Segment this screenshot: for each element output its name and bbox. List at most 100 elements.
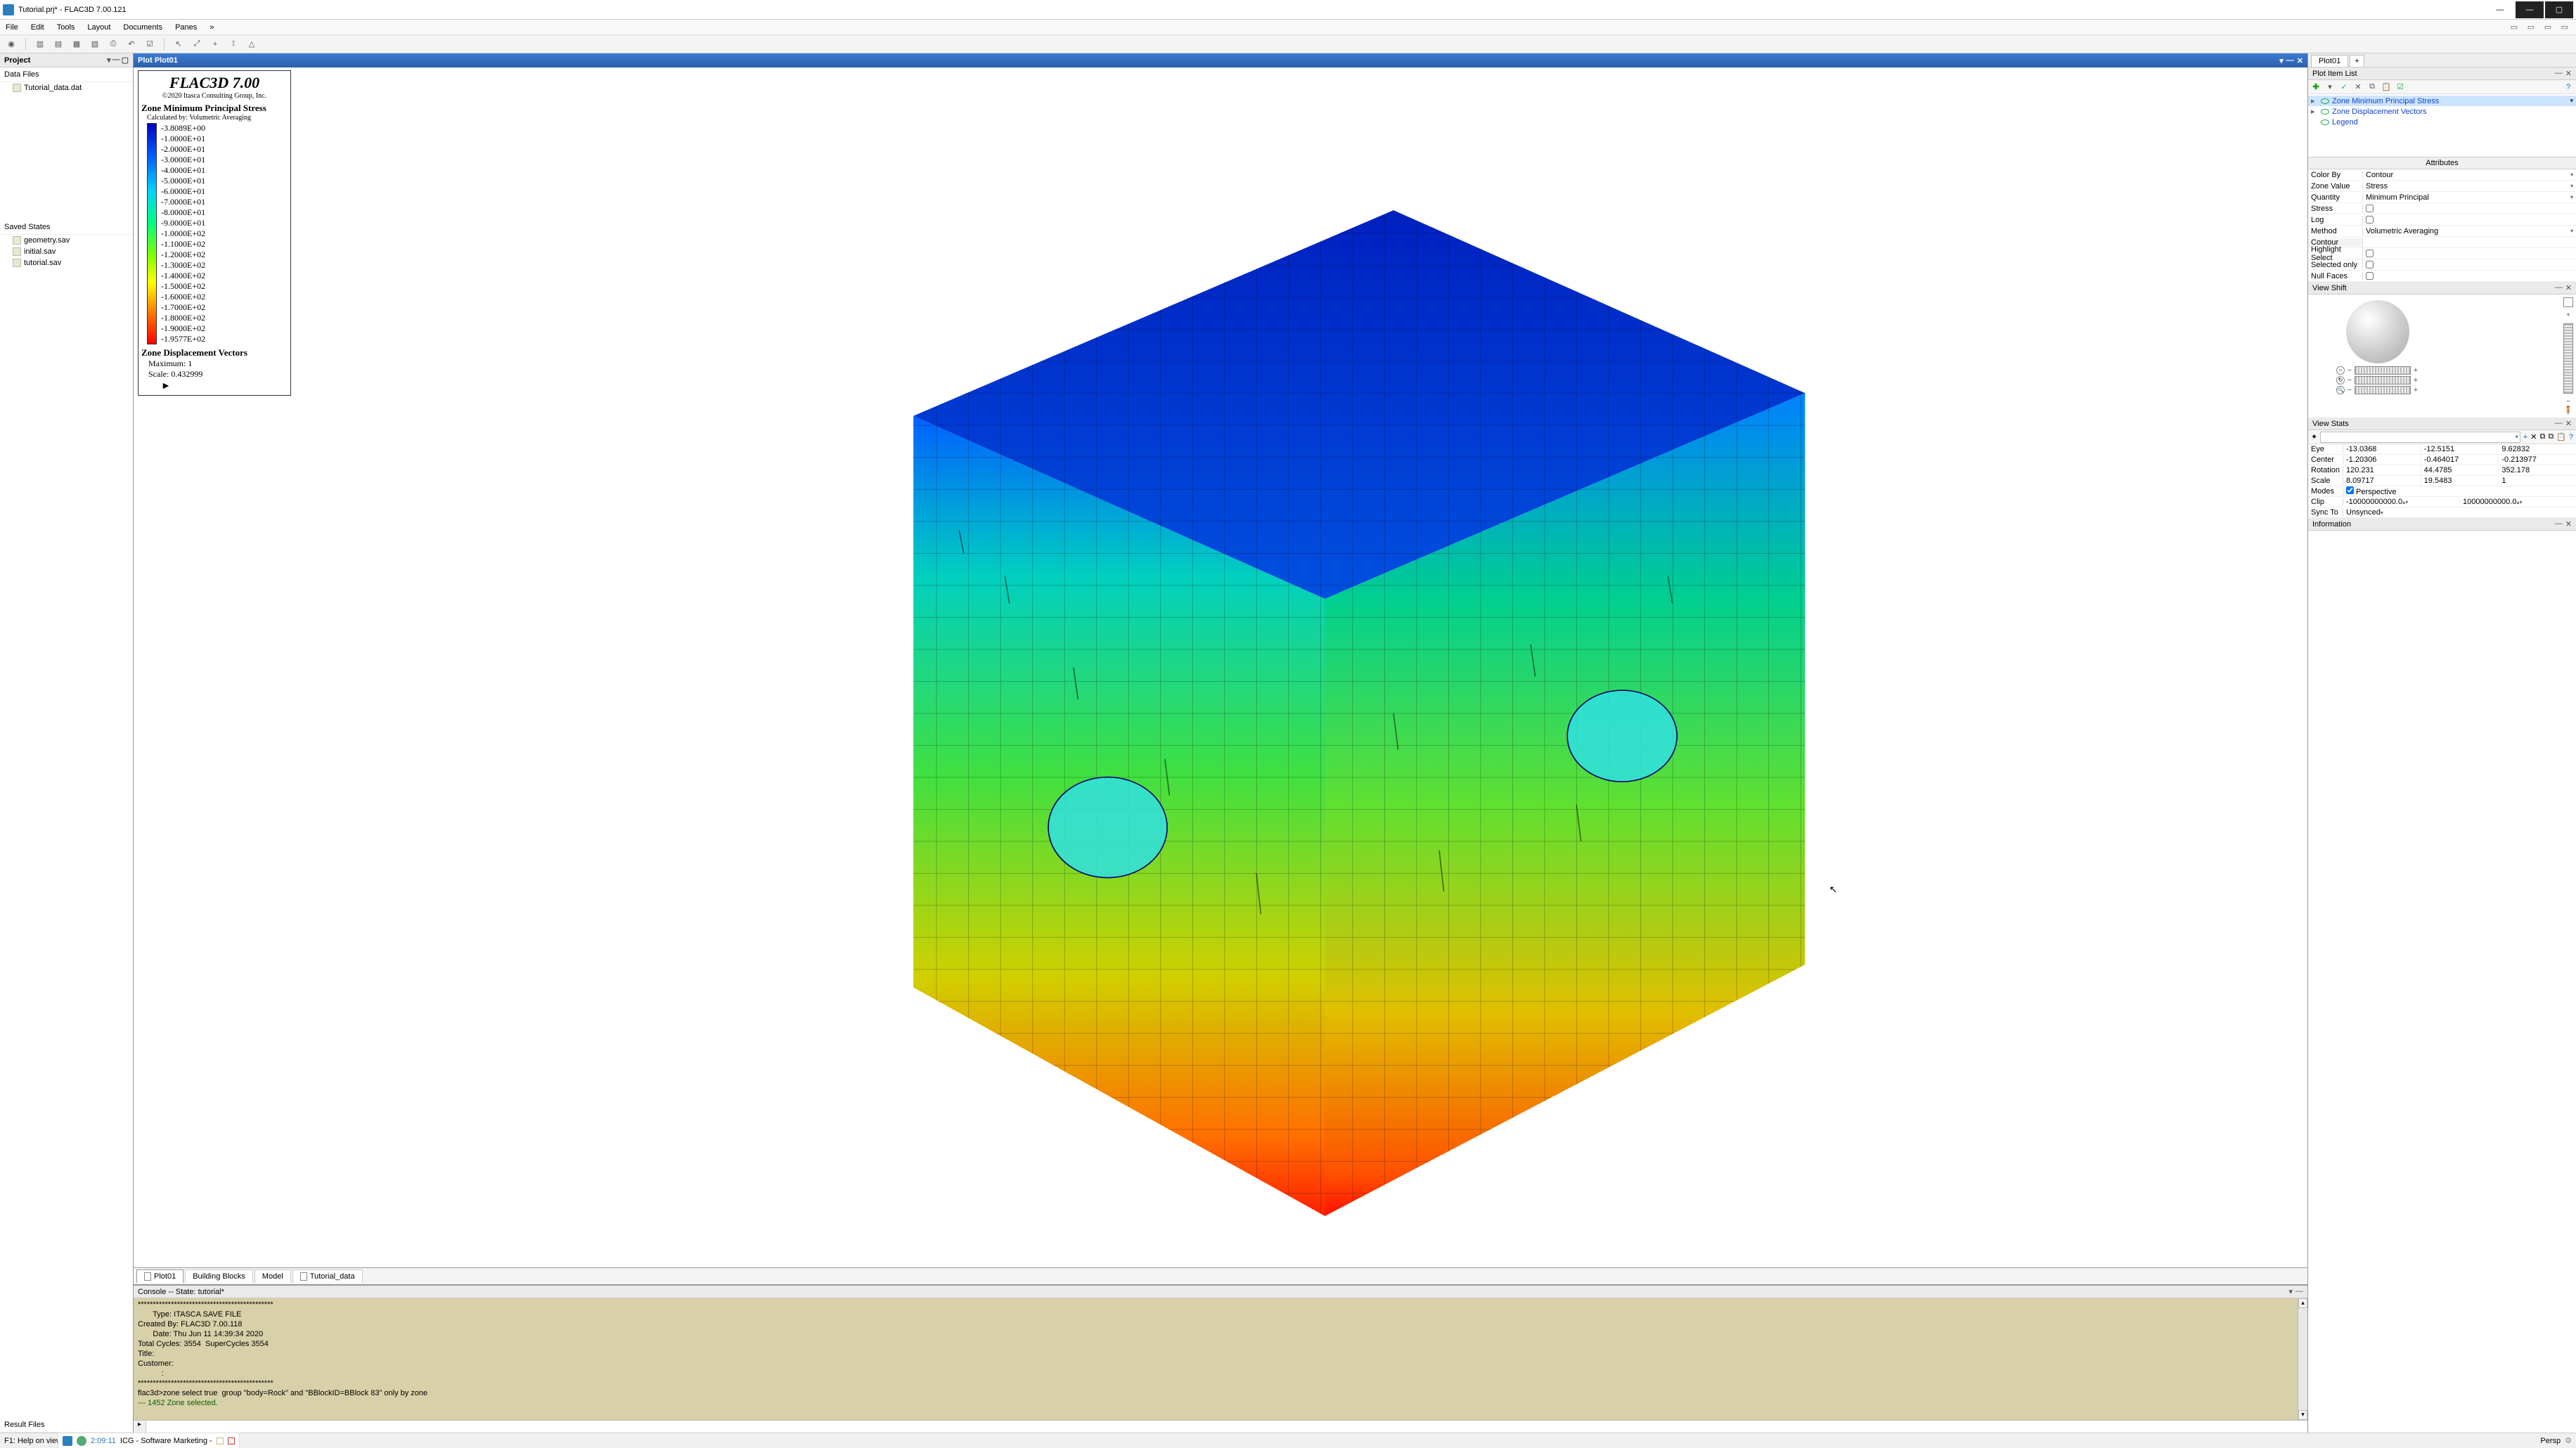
plot-header-min-icon[interactable]: — bbox=[2286, 56, 2294, 65]
section-min-icon[interactable]: — bbox=[2555, 419, 2563, 428]
attribute-row[interactable]: Selected only bbox=[2308, 259, 2576, 271]
console-min-icon[interactable]: — bbox=[2295, 1287, 2303, 1296]
plus-icon[interactable]: + bbox=[2566, 311, 2570, 319]
clipboard-icon[interactable]: 📋 bbox=[2556, 432, 2566, 441]
section-close-icon[interactable]: ✕ bbox=[2565, 519, 2572, 529]
dropdown-icon[interactable]: ▾ bbox=[2381, 510, 2383, 516]
toolbar-icon-c[interactable]: ▭ bbox=[2541, 20, 2555, 34]
plus-icon[interactable]: + bbox=[2412, 376, 2419, 384]
check-icon[interactable]: ☑ bbox=[143, 37, 157, 51]
console-scrollbar[interactable]: ▴ ▾ bbox=[2298, 1298, 2307, 1420]
layout-icon-1[interactable]: ▥ bbox=[33, 37, 47, 51]
viewstats-cell[interactable]: 8.09717 bbox=[2343, 477, 2421, 485]
attribute-row[interactable]: QuantityMinimum Principal▾ bbox=[2308, 192, 2576, 203]
person-icon[interactable]: 🧍 bbox=[2563, 406, 2573, 415]
attribute-value[interactable]: Stress▾ bbox=[2363, 182, 2576, 190]
attribute-checkbox[interactable] bbox=[2366, 205, 2374, 212]
add-point-icon[interactable]: + bbox=[208, 37, 222, 51]
plot-viewport[interactable]: FLAC3D 7.00 ©2020 Itasca Consulting Grou… bbox=[134, 67, 2307, 1268]
console-input[interactable] bbox=[146, 1421, 2307, 1433]
attribute-row[interactable]: Log bbox=[2308, 214, 2576, 226]
status-gear-icon[interactable]: ⚙ bbox=[2565, 1436, 2572, 1445]
attribute-checkbox[interactable] bbox=[2366, 250, 2374, 257]
zoom-slider[interactable] bbox=[2355, 386, 2411, 394]
minus-icon[interactable]: − bbox=[2346, 386, 2353, 394]
plot-header-close-icon[interactable]: ✕ bbox=[2297, 56, 2303, 65]
attribute-checkbox[interactable] bbox=[2366, 216, 2374, 224]
plot-item-row[interactable]: ▸ Legend bbox=[2308, 117, 2576, 127]
viewstats-cell[interactable]: -10000000000.0▴▾ bbox=[2343, 498, 2460, 506]
attribute-value[interactable]: Minimum Principal▾ bbox=[2363, 193, 2576, 202]
section-min-icon[interactable]: — bbox=[2555, 283, 2563, 292]
pointer-icon[interactable]: ↖ bbox=[172, 37, 186, 51]
section-close-icon[interactable]: ✕ bbox=[2565, 419, 2572, 428]
minus-icon[interactable]: − bbox=[2346, 366, 2353, 375]
attribute-row[interactable]: Highlight Select bbox=[2308, 248, 2576, 259]
plot-item-row[interactable]: ▸ Zone Displacement Vectors bbox=[2308, 106, 2576, 117]
menu-tools[interactable]: Tools bbox=[56, 22, 77, 33]
scroll-up-icon[interactable]: ▴ bbox=[2298, 1298, 2307, 1308]
layout-icon-2[interactable]: ▤ bbox=[51, 37, 65, 51]
console-run-icon[interactable]: ▸ bbox=[134, 1421, 146, 1433]
copy-icon[interactable]: ⧉ bbox=[2539, 432, 2545, 441]
attribute-value[interactable] bbox=[2363, 216, 2576, 224]
tree-item[interactable]: initial.sav bbox=[0, 246, 133, 257]
menu-edit[interactable]: Edit bbox=[30, 22, 46, 33]
add-item-icon[interactable]: ✚ bbox=[2311, 82, 2321, 92]
viewstats-cell[interactable]: -1.20306 bbox=[2343, 455, 2421, 464]
attribute-value[interactable]: Volumetric Averaging▾ bbox=[2363, 227, 2576, 235]
console-dropdown-icon[interactable]: ▾ bbox=[2288, 1287, 2293, 1296]
scroll-down-icon[interactable]: ▾ bbox=[2298, 1410, 2307, 1420]
viewstats-cell[interactable]: 352.178 bbox=[2499, 466, 2576, 474]
attribute-value[interactable] bbox=[2363, 261, 2576, 269]
toolbar-icon-a[interactable]: ▭ bbox=[2507, 20, 2521, 34]
add-icon[interactable]: + bbox=[2523, 433, 2527, 441]
dropdown-icon[interactable]: ▾ bbox=[2570, 97, 2573, 105]
plus-icon[interactable]: + bbox=[2412, 386, 2419, 394]
attribute-checkbox[interactable] bbox=[2366, 261, 2374, 269]
attribute-value[interactable] bbox=[2363, 250, 2576, 257]
section-close-icon[interactable]: ✕ bbox=[2565, 69, 2572, 78]
perspective-checkbox[interactable] bbox=[2346, 486, 2354, 494]
tab-model[interactable]: Model bbox=[255, 1269, 291, 1283]
maximize-button[interactable]: ▢ bbox=[2545, 1, 2573, 18]
attribute-row[interactable]: Zone ValueStress▾ bbox=[2308, 181, 2576, 192]
viewstats-cell[interactable]: Unsynced▾ bbox=[2343, 508, 2576, 517]
dropdown-icon[interactable]: ▾ bbox=[2570, 172, 2573, 178]
paste-icon[interactable]: 📋 bbox=[2381, 82, 2391, 92]
model-render[interactable] bbox=[302, 73, 2302, 1262]
tool-icon[interactable]: ✦ bbox=[2311, 432, 2317, 441]
viewstats-cell[interactable]: -0.464017 bbox=[2421, 455, 2499, 464]
remove-icon[interactable]: ✕ bbox=[2530, 432, 2537, 441]
print-icon[interactable]: ⎙ bbox=[106, 37, 120, 51]
layout-icon-3[interactable]: ▦ bbox=[70, 37, 84, 51]
panel-minimize-icon[interactable]: — bbox=[112, 56, 120, 65]
tree-item[interactable]: tutorial.sav bbox=[0, 257, 133, 269]
attribute-value[interactable] bbox=[2363, 205, 2576, 212]
spinner-icon[interactable]: ▴▾ bbox=[2402, 499, 2408, 505]
dropdown-icon[interactable]: ▾ bbox=[2570, 183, 2573, 189]
layout-icon-4[interactable]: ▧ bbox=[88, 37, 102, 51]
plot-item-row[interactable]: ▸ Zone Minimum Principal Stress ▾ bbox=[2308, 96, 2576, 106]
expand-icon[interactable]: ▸ bbox=[2311, 96, 2318, 105]
viewstats-cell[interactable]: 19.5483 bbox=[2421, 477, 2499, 485]
down-icon[interactable]: ▾ bbox=[2325, 82, 2335, 92]
globe-icon[interactable]: ◉ bbox=[4, 37, 18, 51]
attribute-row[interactable]: MethodVolumetric Averaging▾ bbox=[2308, 226, 2576, 237]
plot-header-dropdown-icon[interactable]: ▾ bbox=[2279, 56, 2284, 65]
minimize-button[interactable]: — bbox=[2486, 1, 2514, 18]
viewstats-cell[interactable]: 44.4785 bbox=[2421, 466, 2499, 474]
attribute-value[interactable] bbox=[2363, 272, 2576, 280]
right-tab-plot01[interactable]: Plot01 bbox=[2311, 55, 2348, 67]
help-icon[interactable]: ? bbox=[2563, 82, 2573, 92]
select-icon[interactable]: ⤢ bbox=[190, 37, 204, 51]
tree-item[interactable]: geometry.sav bbox=[0, 235, 133, 246]
attribute-row[interactable]: Color ByContour▾ bbox=[2308, 169, 2576, 181]
check-box-icon[interactable]: ☑ bbox=[2395, 82, 2405, 92]
menu-panes[interactable]: Panes bbox=[174, 22, 198, 33]
delete-icon[interactable]: ✕ bbox=[2353, 82, 2363, 92]
axes-icon[interactable]: △ bbox=[245, 37, 259, 51]
tab-building-blocks[interactable]: Building Blocks bbox=[185, 1269, 253, 1283]
viewstats-cell[interactable]: 9.62832 bbox=[2499, 445, 2576, 453]
minus-icon[interactable]: − bbox=[2346, 376, 2353, 384]
